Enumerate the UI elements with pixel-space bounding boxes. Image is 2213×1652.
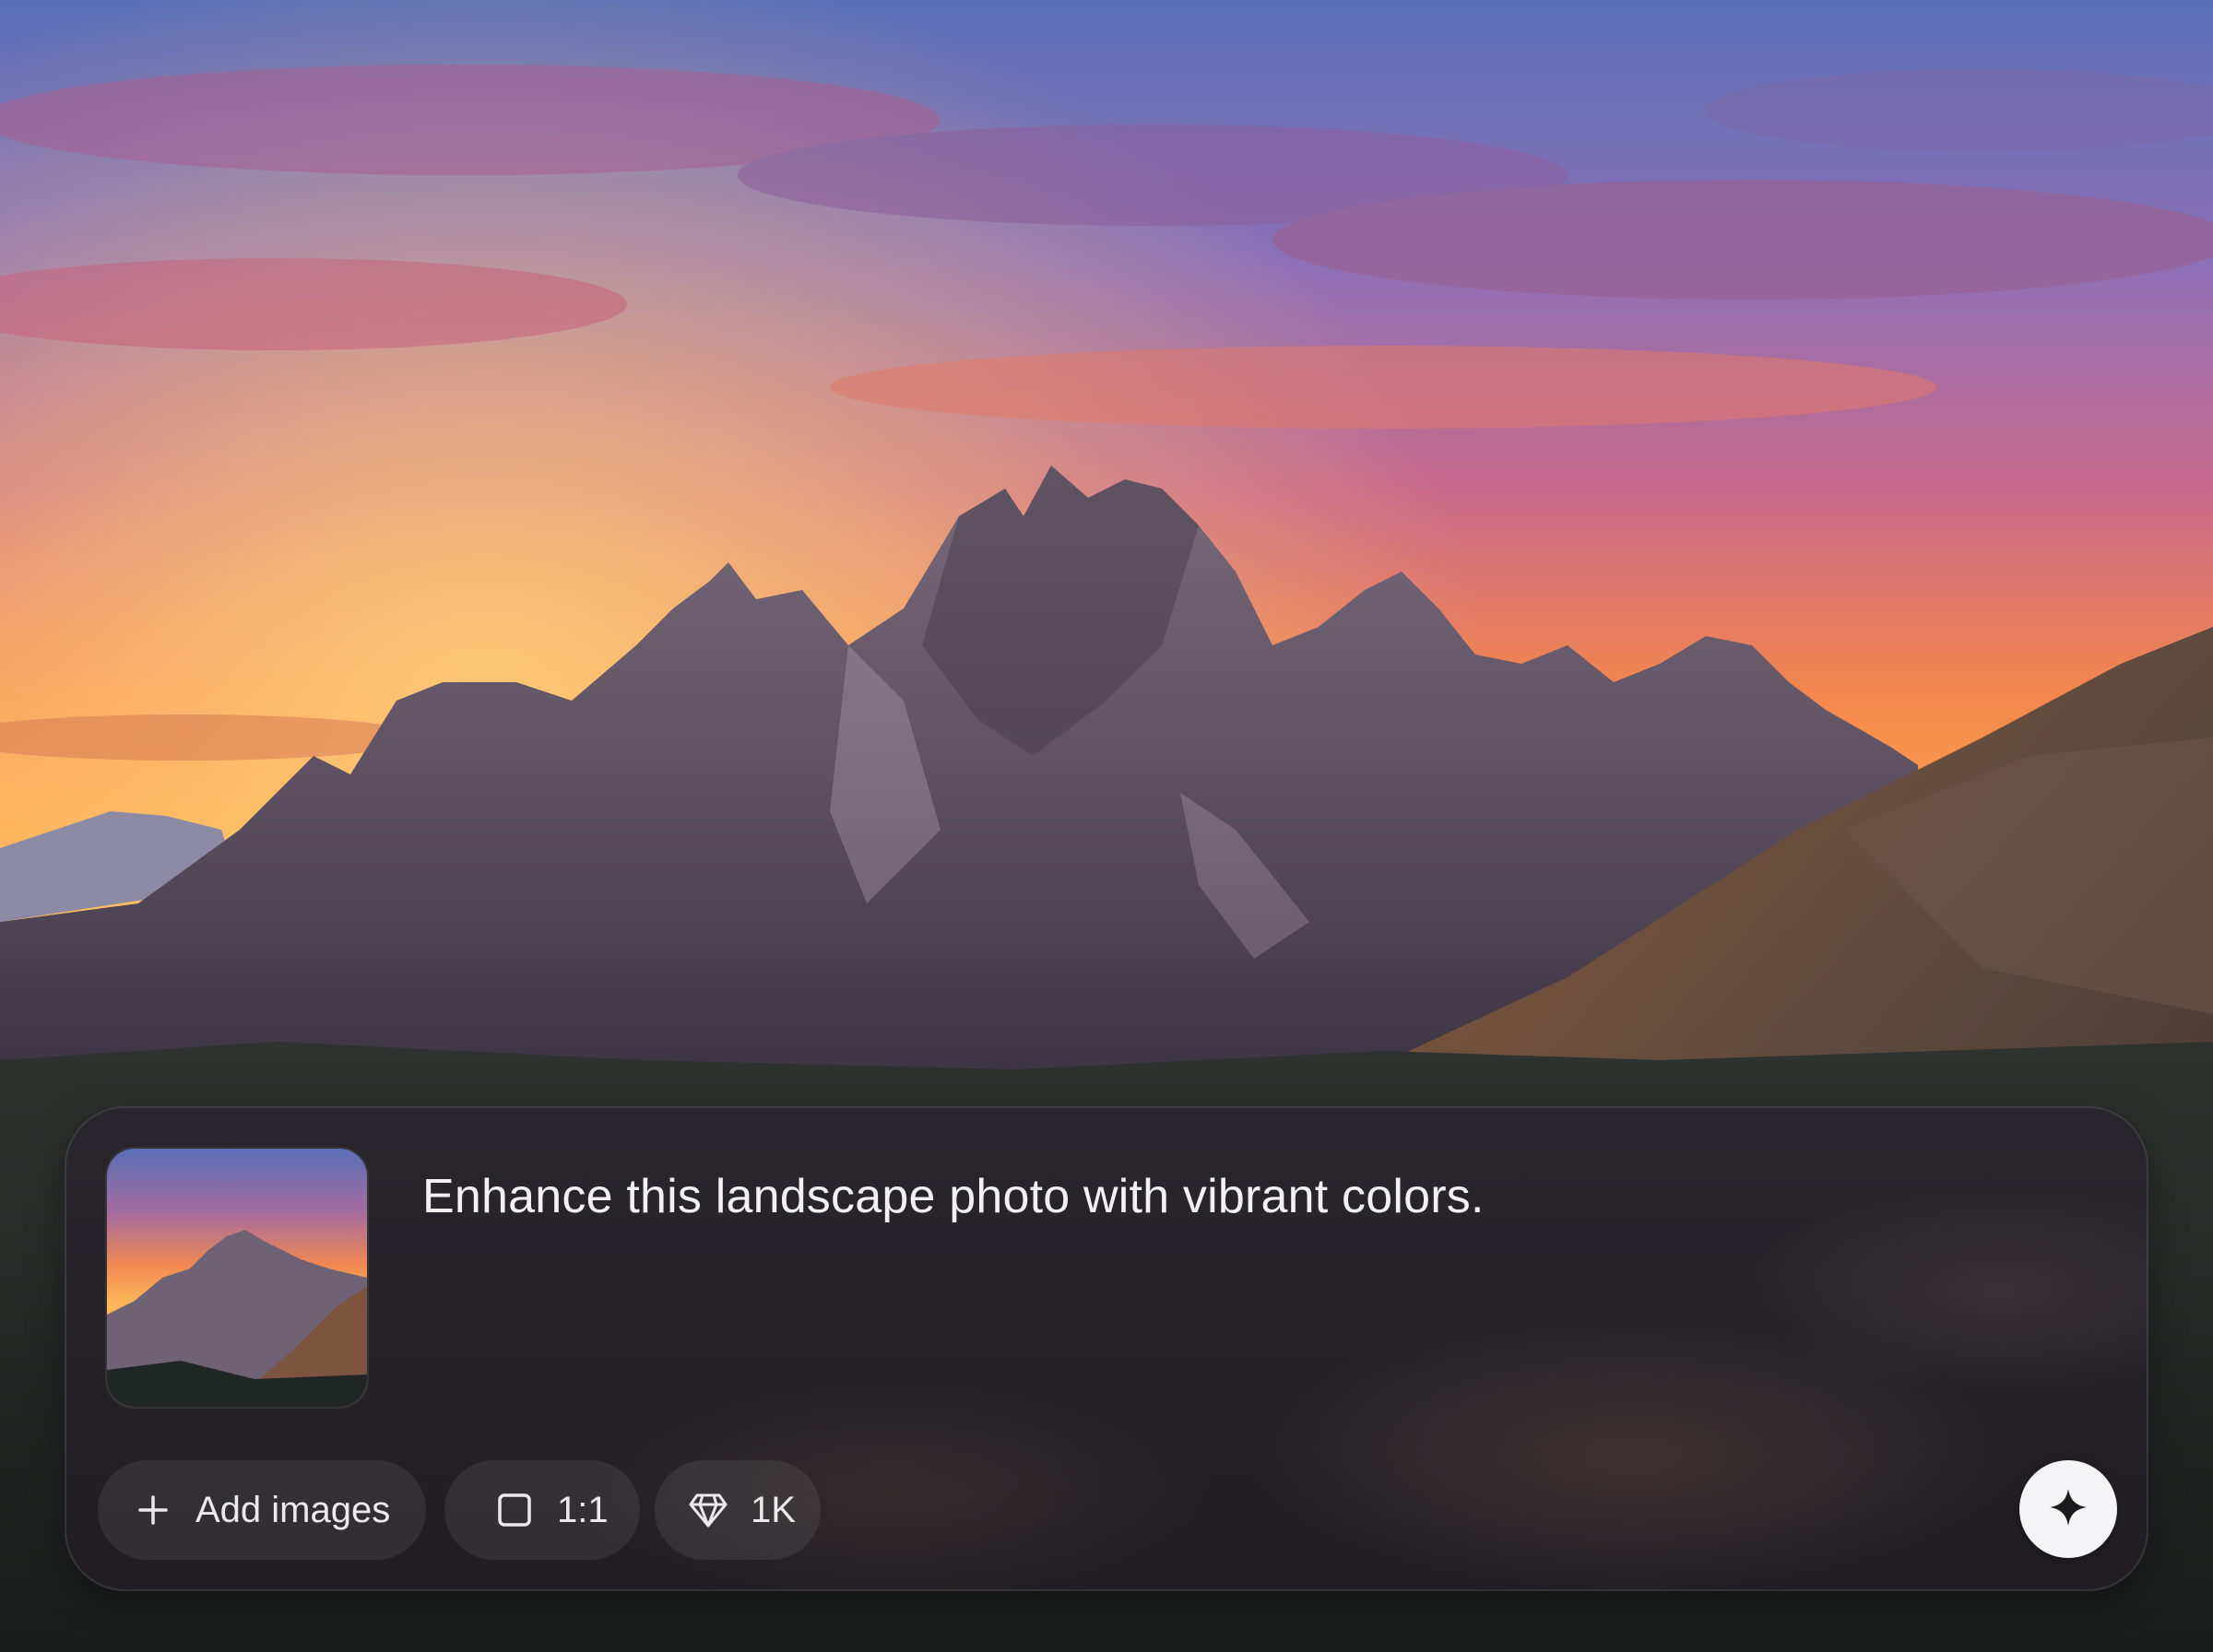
generate-button[interactable] xyxy=(2019,1460,2117,1558)
plus-icon xyxy=(133,1490,173,1530)
square-icon xyxy=(494,1490,535,1530)
add-images-button[interactable]: Add images xyxy=(98,1460,426,1560)
resolution-button[interactable]: 1K xyxy=(655,1460,821,1560)
prompt-composer: Enhance this landscape photo with vibran… xyxy=(65,1106,2148,1591)
diamond-icon xyxy=(688,1490,728,1530)
prompt-text[interactable]: Enhance this landscape photo with vibran… xyxy=(422,1167,2093,1226)
sparkle-icon xyxy=(2047,1486,2089,1533)
thumbnail-image xyxy=(107,1149,367,1407)
resolution-label: 1K xyxy=(751,1489,796,1530)
aspect-ratio-button[interactable]: 1:1 xyxy=(444,1460,640,1560)
add-images-label: Add images xyxy=(195,1489,391,1530)
attached-image-thumbnail[interactable] xyxy=(107,1149,367,1407)
aspect-ratio-label: 1:1 xyxy=(557,1489,609,1530)
